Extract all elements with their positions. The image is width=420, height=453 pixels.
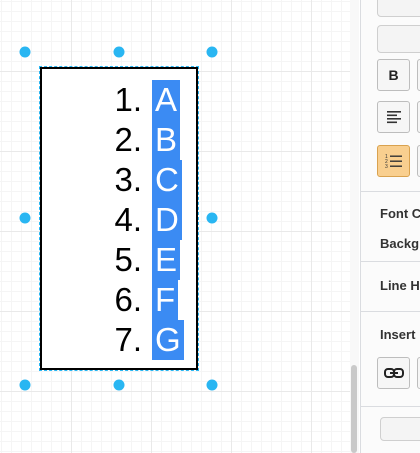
list-item[interactable]: 2. B bbox=[40, 120, 198, 160]
numbered-list-button[interactable]: 1 2 3 bbox=[377, 145, 410, 177]
list-text-selected[interactable]: G bbox=[152, 320, 184, 360]
svg-text:3: 3 bbox=[385, 164, 388, 169]
list-item[interactable]: 6. F bbox=[40, 280, 198, 320]
resize-handle-right[interactable] bbox=[206, 212, 218, 224]
panel-button-top[interactable] bbox=[377, 0, 420, 17]
insert-link-button[interactable] bbox=[377, 357, 410, 389]
align-left-button[interactable] bbox=[377, 101, 410, 133]
resize-handle-bottom[interactable] bbox=[113, 379, 125, 391]
align-left-icon bbox=[386, 111, 401, 124]
list-number: 3. bbox=[114, 161, 142, 198]
list-text-selected[interactable]: E bbox=[152, 240, 181, 280]
resize-handle-left[interactable] bbox=[19, 212, 31, 224]
list-item[interactable]: 1. A bbox=[40, 80, 198, 120]
panel-divider bbox=[361, 406, 420, 407]
panel-divider bbox=[361, 311, 420, 312]
panel-bottom-button[interactable] bbox=[380, 417, 420, 441]
list-item[interactable]: 7. G bbox=[40, 320, 198, 360]
resize-handle-top-right[interactable] bbox=[206, 46, 218, 58]
list-number: 6. bbox=[114, 281, 142, 318]
list-number: 2. bbox=[114, 121, 142, 158]
panel-divider bbox=[361, 191, 420, 192]
font-color-label: Font C bbox=[380, 206, 420, 221]
resize-handle-bottom-left[interactable] bbox=[19, 379, 31, 391]
panel-divider bbox=[361, 261, 420, 262]
insert-label: Insert bbox=[380, 327, 416, 342]
link-icon bbox=[383, 368, 404, 378]
format-panel: B 1 2 3 Font C Backg Line H Insert bbox=[360, 0, 420, 453]
background-label: Backg bbox=[380, 236, 420, 251]
resize-handle-bottom-right[interactable] bbox=[206, 379, 218, 391]
bold-button[interactable]: B bbox=[377, 59, 410, 91]
list-item[interactable]: 4. D bbox=[40, 200, 198, 240]
numbered-list-icon: 1 2 3 bbox=[385, 154, 402, 169]
list-text-selected[interactable]: A bbox=[152, 80, 181, 120]
list-item[interactable]: 5. E bbox=[40, 240, 198, 280]
numbered-list[interactable]: 1. A 2. B 3. C 4. D 5. E 6. F 7. G bbox=[40, 80, 198, 360]
list-number: 5. bbox=[114, 241, 142, 278]
list-text-selected[interactable]: B bbox=[152, 120, 181, 160]
list-text-selected[interactable]: F bbox=[152, 280, 179, 320]
panel-button[interactable] bbox=[377, 25, 420, 53]
resize-handle-top-left[interactable] bbox=[19, 46, 31, 58]
list-number: 7. bbox=[114, 321, 142, 358]
canvas-scrollbar-thumb[interactable] bbox=[351, 365, 357, 453]
list-number: 4. bbox=[114, 201, 142, 238]
list-number: 1. bbox=[114, 81, 142, 118]
list-text-selected[interactable]: C bbox=[152, 160, 182, 200]
list-item[interactable]: 3. C bbox=[40, 160, 198, 200]
line-height-label: Line H bbox=[380, 278, 420, 293]
bold-icon: B bbox=[388, 67, 399, 83]
resize-handle-top[interactable] bbox=[113, 46, 125, 58]
list-text-selected[interactable]: D bbox=[152, 200, 182, 240]
